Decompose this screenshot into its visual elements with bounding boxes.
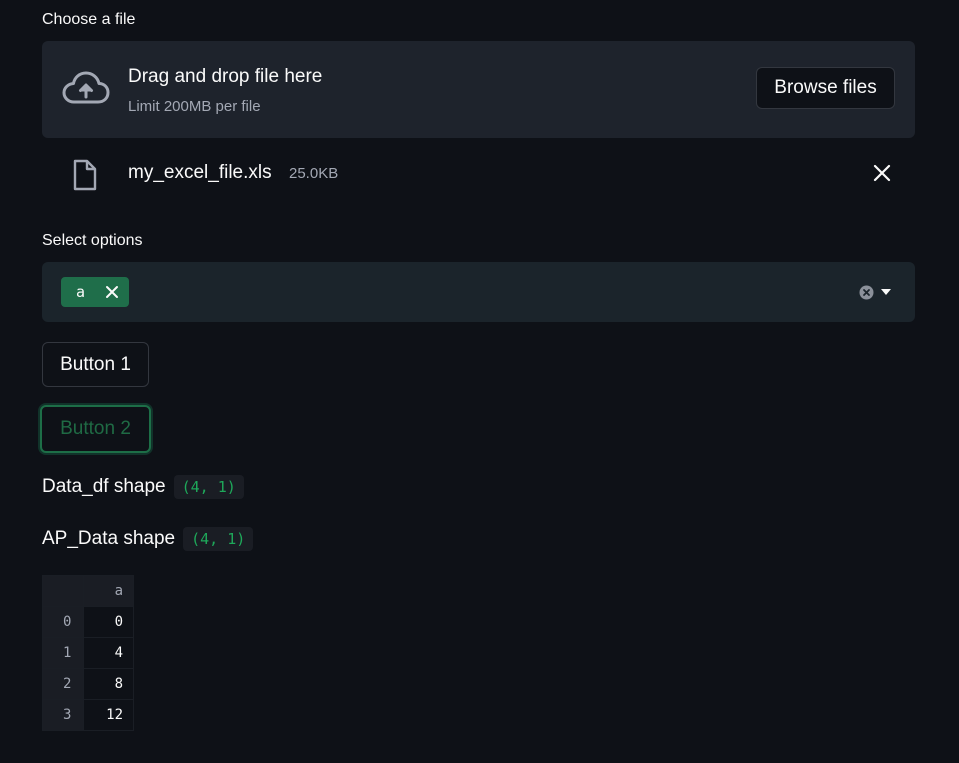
table-cell[interactable]: 0 xyxy=(83,606,134,638)
cloud-upload-icon xyxy=(62,71,110,104)
remove-file-icon[interactable] xyxy=(871,162,893,184)
uploaded-file-name: my_excel_file.xls xyxy=(128,162,272,183)
file-dropzone[interactable]: Drag and drop file here Limit 200MB per … xyxy=(42,41,915,138)
uploaded-file-size: 25.0KB xyxy=(289,165,339,182)
row-index: 3 xyxy=(42,699,84,731)
table-row: 2 8 xyxy=(42,668,134,700)
file-icon xyxy=(73,159,97,191)
options-multiselect[interactable]: a xyxy=(42,262,915,322)
selected-option-tag: a xyxy=(61,277,129,307)
ap-data-shape-label: AP_Data shape xyxy=(42,528,176,549)
table-cell[interactable]: 4 xyxy=(83,637,134,669)
column-header[interactable]: a xyxy=(83,575,134,607)
dataframe-table[interactable]: a 0 0 1 4 2 8 3 12 xyxy=(42,575,134,731)
table-cell[interactable]: 8 xyxy=(83,668,134,700)
table-row: 3 12 xyxy=(42,699,134,731)
uploaded-file-row: my_excel_file.xls 25.0KB xyxy=(42,152,915,196)
row-index: 0 xyxy=(42,606,84,638)
button-1[interactable]: Button 1 xyxy=(42,342,149,387)
table-row: 1 4 xyxy=(42,637,134,669)
row-index: 1 xyxy=(42,637,84,669)
dropzone-title: Drag and drop file here xyxy=(128,66,323,87)
selected-option-label: a xyxy=(76,283,86,301)
table-cell[interactable]: 12 xyxy=(83,699,134,731)
data-df-shape-line: Data_df shape (4, 1) xyxy=(42,475,244,499)
button-2[interactable]: Button 2 xyxy=(40,405,151,453)
data-df-shape-label: Data_df shape xyxy=(42,476,166,497)
remove-tag-icon[interactable] xyxy=(105,285,119,299)
index-header xyxy=(42,575,84,607)
ap-data-shape-line: AP_Data shape (4, 1) xyxy=(42,527,254,551)
browse-files-button[interactable]: Browse files xyxy=(756,67,895,109)
file-uploader-label: Choose a file xyxy=(42,11,136,28)
table-row: 0 0 xyxy=(42,606,134,638)
data-df-shape-value: (4, 1) xyxy=(173,475,244,499)
table-header-row: a xyxy=(42,575,134,607)
dropzone-limit-text: Limit 200MB per file xyxy=(128,98,261,115)
chevron-down-icon[interactable] xyxy=(880,288,892,296)
clear-all-icon[interactable] xyxy=(859,285,874,300)
multiselect-label: Select options xyxy=(42,232,143,249)
row-index: 2 xyxy=(42,668,84,700)
ap-data-shape-value: (4, 1) xyxy=(183,527,254,551)
app-page: Choose a file Drag and drop file here Li… xyxy=(0,0,959,763)
